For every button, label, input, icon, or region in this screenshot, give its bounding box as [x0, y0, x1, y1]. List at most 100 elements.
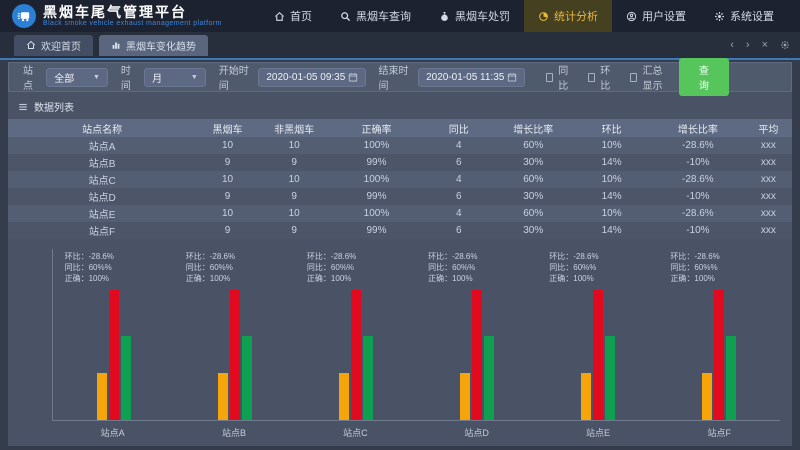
annotation-line: 同比：60%%: [186, 262, 272, 273]
annotation-line: 正确：100%: [670, 273, 756, 284]
bars: [339, 290, 373, 420]
table-cell: 站点A: [8, 138, 196, 153]
table-cell: 10: [259, 208, 330, 219]
tab-scroll-right-icon[interactable]: ›: [746, 40, 750, 51]
column-header: 平均: [745, 121, 792, 136]
table-row[interactable]: 站点F9999%630%14%-10%xxx: [8, 222, 792, 239]
table-cell: 60%: [494, 140, 572, 151]
site-select[interactable]: 全部 ▼: [46, 68, 108, 87]
column-header: 黑烟车: [196, 121, 259, 136]
checkbox-icon[interactable]: [546, 73, 553, 82]
chevron-down-icon: ▼: [93, 74, 100, 81]
orange-bar: [218, 373, 228, 420]
annotation-line: 正确：100%: [428, 273, 514, 284]
table-cell: 60%: [494, 208, 572, 219]
table-cell: xxx: [745, 225, 792, 236]
table-row[interactable]: 站点C1010100%460%10%-28.6%xxx: [8, 171, 792, 188]
table-cell: 10: [196, 208, 259, 219]
nav-item-pie-chart[interactable]: 统计分析: [524, 0, 612, 32]
table-cell: 6: [424, 157, 495, 168]
table-cell: 4: [424, 140, 495, 151]
checkbox-option-2[interactable]: 汇总显示: [630, 62, 671, 92]
bar-chart-icon: [111, 40, 121, 50]
table-cell: 10%: [572, 174, 650, 185]
annotation-line: 正确：100%: [186, 273, 272, 284]
table-cell: -10%: [651, 225, 745, 236]
time-select[interactable]: 月 ▼: [144, 68, 206, 87]
pie-chart-icon: [538, 11, 549, 22]
query-button[interactable]: 查询: [679, 58, 729, 96]
nav-item-search[interactable]: 黑烟车查询: [326, 0, 425, 32]
table-cell: xxx: [745, 140, 792, 151]
table-row[interactable]: 站点B9999%630%14%-10%xxx: [8, 154, 792, 171]
red-bar: [593, 290, 603, 420]
start-time-label: 开始时间: [219, 62, 252, 92]
annotation-line: 环比：-28.6%: [186, 251, 272, 262]
table-cell: -10%: [651, 157, 745, 168]
tab-close-icon[interactable]: ×: [762, 40, 768, 51]
table-row[interactable]: 站点A1010100%460%10%-28.6%xxx: [8, 137, 792, 154]
bar-group-annotation: 环比：-28.6%同比：60%%正确：100%: [186, 251, 272, 284]
annotation-line: 环比：-28.6%: [549, 251, 635, 262]
bar-group: 环比：-28.6%同比：60%%正确：100%: [538, 249, 659, 420]
grouped-bar-chart: 环比：-28.6%同比：60%%正确：100%环比：-28.6%同比：60%%正…: [52, 249, 780, 439]
tab-options-gear-icon[interactable]: [780, 40, 790, 50]
bar-group: 环比：-28.6%同比：60%%正确：100%: [174, 249, 295, 420]
table-cell: 10: [259, 140, 330, 151]
nav-item-gear[interactable]: 系统设置: [700, 0, 788, 32]
chart-x-axis-labels: 站点A站点B站点C站点D站点E站点F: [52, 426, 780, 439]
bars: [460, 290, 494, 420]
green-bar: [121, 336, 131, 421]
checkbox-icon[interactable]: [630, 73, 637, 82]
table-cell: 6: [424, 191, 495, 202]
checkbox-icon[interactable]: [588, 73, 595, 82]
table-cell: 60%: [494, 174, 572, 185]
tab-1[interactable]: 黑烟车变化趋势: [99, 35, 208, 56]
nav-item-label: 黑烟车处罚: [455, 8, 510, 24]
table-row[interactable]: 站点E1010100%460%10%-28.6%xxx: [8, 205, 792, 222]
end-time-value: 2020-01-05 11:35: [426, 72, 504, 83]
table-cell: 9: [196, 191, 259, 202]
red-bar: [714, 290, 724, 420]
tab-label: 黑烟车变化趋势: [126, 38, 196, 53]
column-header: 同比: [424, 121, 495, 136]
start-time-value: 2020-01-05 09:35: [266, 72, 345, 83]
checkbox-label: 环比: [600, 62, 614, 92]
table-cell: 4: [424, 174, 495, 185]
app-subtitle: Black smoke vehicle exhaust management p…: [43, 20, 222, 27]
annotation-line: 环比：-28.6%: [307, 251, 393, 262]
checkbox-label: 汇总显示: [642, 62, 671, 92]
table-cell: 99%: [329, 191, 423, 202]
main-nav: 首页黑烟车查询 黑烟车处罚统计分析用户设置系统设置: [260, 0, 788, 32]
chart-plot-area: 环比：-28.6%同比：60%%正确：100%环比：-28.6%同比：60%%正…: [52, 249, 780, 421]
annotation-line: 环比：-28.6%: [428, 251, 514, 262]
gear-icon: [714, 11, 725, 22]
table-row[interactable]: 站点D9999%630%14%-10%xxx: [8, 188, 792, 205]
content-panel: 站点 全部 ▼ 时间 月 ▼ 开始时间 2020-01-05 09:35 结束时…: [8, 62, 792, 446]
nav-item-penalty[interactable]: 黑烟车处罚: [425, 0, 524, 32]
nav-item-home[interactable]: 首页: [260, 0, 326, 32]
tab-scroll-left-icon[interactable]: ‹: [730, 40, 734, 51]
site-select-value: 全部: [54, 70, 74, 85]
start-time-input[interactable]: 2020-01-05 09:35: [258, 68, 365, 87]
nav-item-user[interactable]: 用户设置: [612, 0, 700, 32]
end-time-input[interactable]: 2020-01-05 11:35: [418, 68, 525, 87]
table-cell: 10%: [572, 140, 650, 151]
home-icon: [274, 11, 285, 22]
top-bar: 黑烟车尾气管理平台 Black smoke vehicle exhaust ma…: [0, 0, 800, 32]
table-cell: 100%: [329, 208, 423, 219]
tab-0[interactable]: 欢迎首页: [14, 35, 93, 56]
table-cell: 99%: [329, 157, 423, 168]
annotation-line: 正确：100%: [307, 273, 393, 284]
table-cell: 站点F: [8, 223, 196, 238]
orange-bar: [581, 373, 591, 420]
tab-controls: ‹ › ×: [730, 40, 790, 51]
checkbox-group: 同比环比汇总显示: [546, 62, 671, 92]
checkbox-option-1[interactable]: 环比: [588, 62, 614, 92]
table-cell: 100%: [329, 174, 423, 185]
green-bar: [242, 336, 252, 421]
table-cell: 站点B: [8, 155, 196, 170]
checkbox-option-0[interactable]: 同比: [546, 62, 572, 92]
bars: [581, 290, 615, 420]
filter-bar: 站点 全部 ▼ 时间 月 ▼ 开始时间 2020-01-05 09:35 结束时…: [8, 62, 792, 92]
